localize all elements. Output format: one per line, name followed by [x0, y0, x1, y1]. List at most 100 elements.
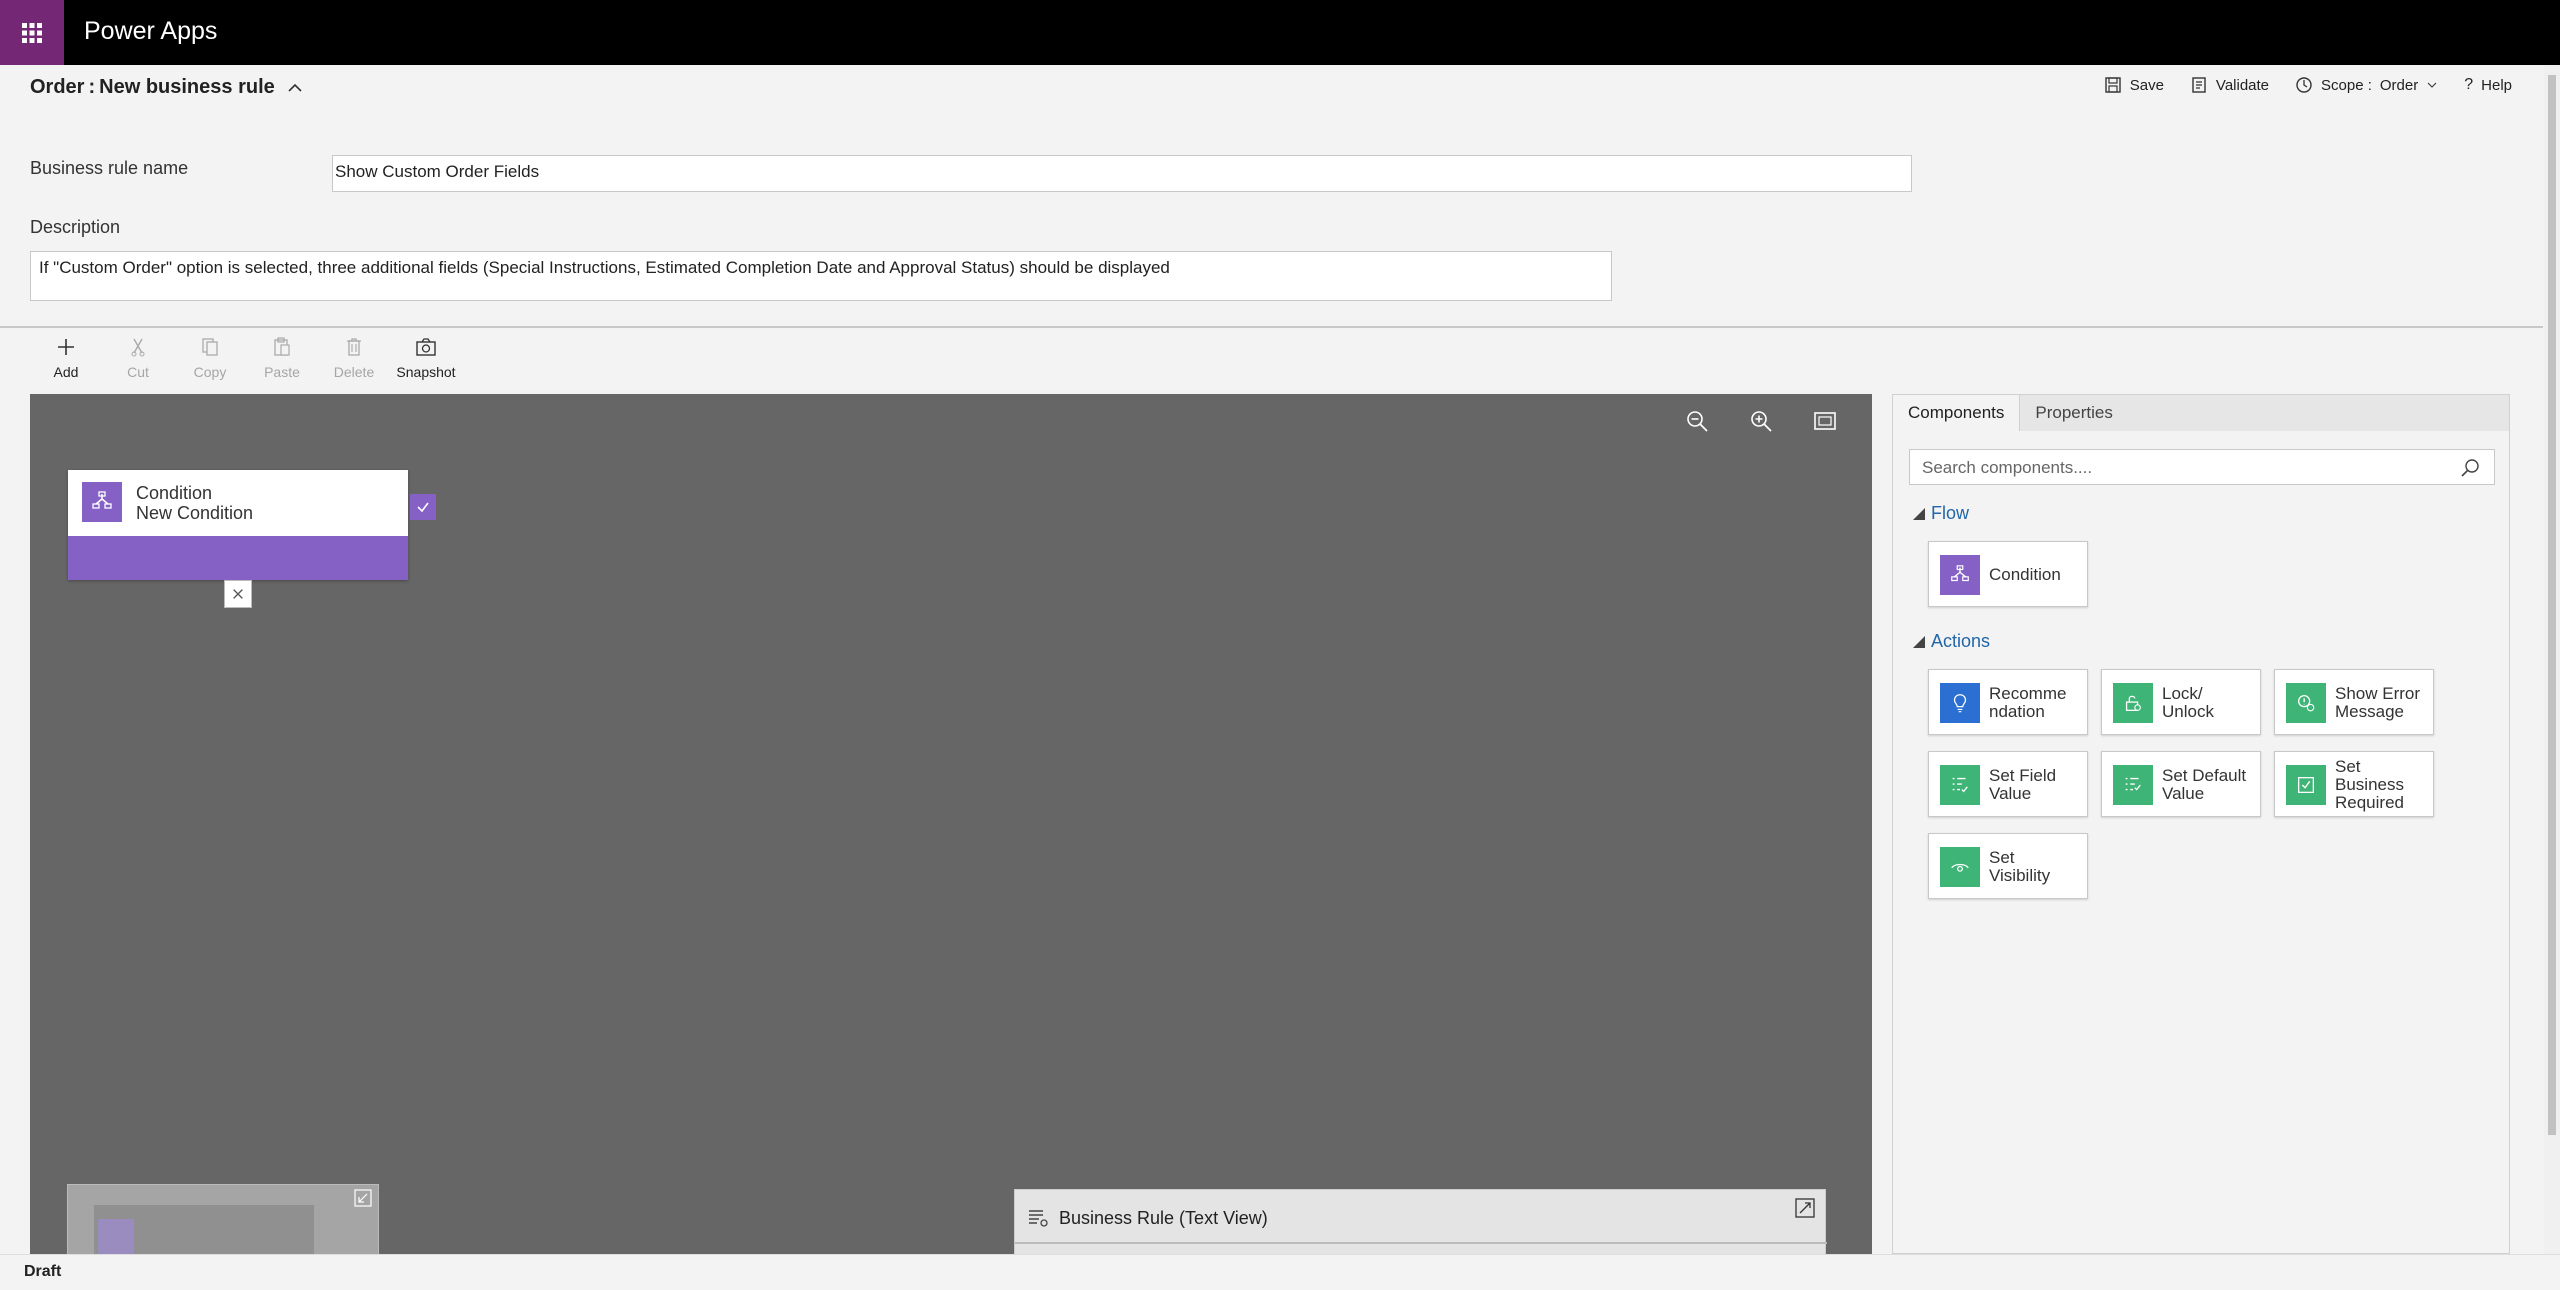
rule-name-input[interactable]: Show Custom Order Fields: [332, 155, 1912, 192]
save-button[interactable]: Save: [2104, 76, 2164, 94]
text-view-divider: [1015, 1242, 1827, 1244]
description-label: Description: [30, 217, 121, 237]
text-view-icon: [1029, 1210, 1048, 1227]
copy-icon: [202, 338, 218, 356]
paste-button[interactable]: Paste: [246, 336, 318, 380]
scrollbar-thumb[interactable]: [2548, 75, 2556, 1135]
component-label: Lock/ Unlock: [2162, 684, 2214, 721]
zoom-in-icon[interactable]: [1748, 408, 1774, 434]
search-placeholder: Search components....: [1922, 458, 2093, 477]
scope-icon: [2296, 77, 2312, 93]
text-view-panel[interactable]: Business Rule (Text View): [1014, 1189, 1827, 1254]
entity-name: Order: [30, 76, 85, 98]
snapshot-label: Snapshot: [396, 364, 456, 380]
component-label: Set Field Value: [1989, 766, 2057, 803]
scope-selector[interactable]: Scope : Order: [2295, 76, 2438, 94]
checkbox-icon: [2286, 765, 2326, 805]
add-false-branch-button[interactable]: [224, 580, 252, 608]
component-recommendation[interactable]: Recomme ndation: [1928, 669, 2088, 735]
flow-section-header[interactable]: Flow: [1913, 503, 1969, 524]
app-launcher-button[interactable]: [0, 0, 64, 65]
component-set-field-value[interactable]: Set Field Value: [1928, 751, 2088, 817]
component-label: Set Visibility: [1989, 848, 2051, 885]
add-label: Add: [53, 364, 79, 380]
question-icon: ?: [2464, 76, 2474, 93]
design-canvas[interactable]: Condition New Condition Business Rule (T…: [30, 394, 1872, 1254]
lightbulb-icon: [1940, 683, 1980, 723]
status-text: Draft: [24, 1263, 62, 1280]
flow-section-label: Flow: [1931, 503, 1970, 523]
condition-node-name: New Condition: [136, 503, 254, 523]
title-separator: :: [88, 76, 96, 98]
lock-icon: [2113, 683, 2153, 723]
scissors-icon: [131, 338, 145, 357]
zoom-out-icon[interactable]: [1684, 408, 1710, 434]
condition-node-type: Condition: [136, 483, 213, 503]
save-icon: [2105, 77, 2121, 93]
status-bar: Draft: [0, 1254, 2560, 1290]
camera-icon: [416, 338, 436, 356]
copy-label: Copy: [193, 364, 227, 380]
component-condition[interactable]: Condition: [1928, 541, 2088, 607]
add-button[interactable]: Add: [30, 336, 102, 380]
components-panel: Components Properties Search components.…: [1892, 394, 2510, 1254]
close-icon: [233, 589, 243, 599]
rule-title: New business rule: [99, 76, 275, 98]
collapse-triangle-icon: [1913, 635, 1925, 648]
cut-label: Cut: [127, 364, 149, 380]
chevron-down-icon: [2427, 82, 2437, 88]
editor-toolbar: Add Cut Copy Paste Delete Snapshot: [30, 336, 462, 380]
delete-button[interactable]: Delete: [318, 336, 390, 380]
condition-node-footer: [68, 536, 408, 580]
rule-name-label: Business rule name: [30, 158, 189, 178]
tab-components[interactable]: Components: [1893, 395, 2021, 431]
search-icon[interactable]: [2460, 458, 2480, 478]
paste-label: Paste: [264, 364, 300, 380]
paste-icon: [274, 337, 290, 356]
add-true-branch-button[interactable]: [410, 494, 436, 520]
cut-button[interactable]: Cut: [102, 336, 174, 380]
validate-button[interactable]: Validate: [2190, 76, 2269, 94]
validate-label: Validate: [2215, 76, 2270, 94]
divider: [0, 326, 2543, 328]
condition-node[interactable]: Condition New Condition: [68, 470, 408, 580]
expand-icon[interactable]: [1795, 1198, 1815, 1218]
help-button[interactable]: ? Help: [2464, 76, 2512, 94]
page-scrollbar[interactable]: [2544, 65, 2560, 1255]
plus-icon: [58, 339, 74, 355]
chevron-up-icon[interactable]: [287, 80, 303, 96]
save-label: Save: [2129, 76, 2164, 94]
app-title[interactable]: Power Apps: [84, 17, 217, 46]
component-label: Set Business Required: [2335, 757, 2404, 812]
component-show-error-message[interactable]: Show Error Message: [2274, 669, 2434, 735]
page-title[interactable]: Order: New business rule: [30, 76, 303, 99]
description-input[interactable]: If "Custom Order" option is selected, th…: [30, 251, 1612, 301]
help-label: Help: [2481, 76, 2512, 94]
component-label: Set Default Value: [2162, 766, 2247, 803]
error-message-icon: [2286, 683, 2326, 723]
search-input[interactable]: Search components....: [1909, 449, 2495, 485]
checklist-icon: [2192, 77, 2206, 93]
copy-button[interactable]: Copy: [174, 336, 246, 380]
checkmark-icon: [417, 502, 429, 513]
component-set-business-required[interactable]: Set Business Required: [2274, 751, 2434, 817]
component-label: Recomme ndation: [1989, 684, 2067, 721]
set-default-value-icon: [2113, 765, 2153, 805]
actions-section-label: Actions: [1931, 631, 1991, 651]
component-label: Show Error Message: [2335, 684, 2421, 721]
component-lock-unlock[interactable]: Lock/ Unlock: [2101, 669, 2261, 735]
set-field-value-icon: [1940, 765, 1980, 805]
minimap[interactable]: [67, 1184, 379, 1254]
scope-value: Order: [2379, 76, 2419, 94]
minimap-condition-icon: [98, 1219, 134, 1254]
snapshot-button[interactable]: Snapshot: [390, 336, 462, 380]
delete-label: Delete: [333, 364, 375, 380]
panel-tabs: Components Properties: [1893, 395, 2509, 431]
collapse-icon[interactable]: [354, 1189, 372, 1207]
tab-properties[interactable]: Properties: [2020, 395, 2127, 431]
actions-section-header[interactable]: Actions: [1913, 631, 1990, 652]
component-set-default-value[interactable]: Set Default Value: [2101, 751, 2261, 817]
command-bar: Save Validate Scope : Order ? Help: [2104, 76, 2512, 94]
fit-to-screen-icon[interactable]: [1812, 408, 1838, 434]
component-set-visibility[interactable]: Set Visibility: [1928, 833, 2088, 899]
